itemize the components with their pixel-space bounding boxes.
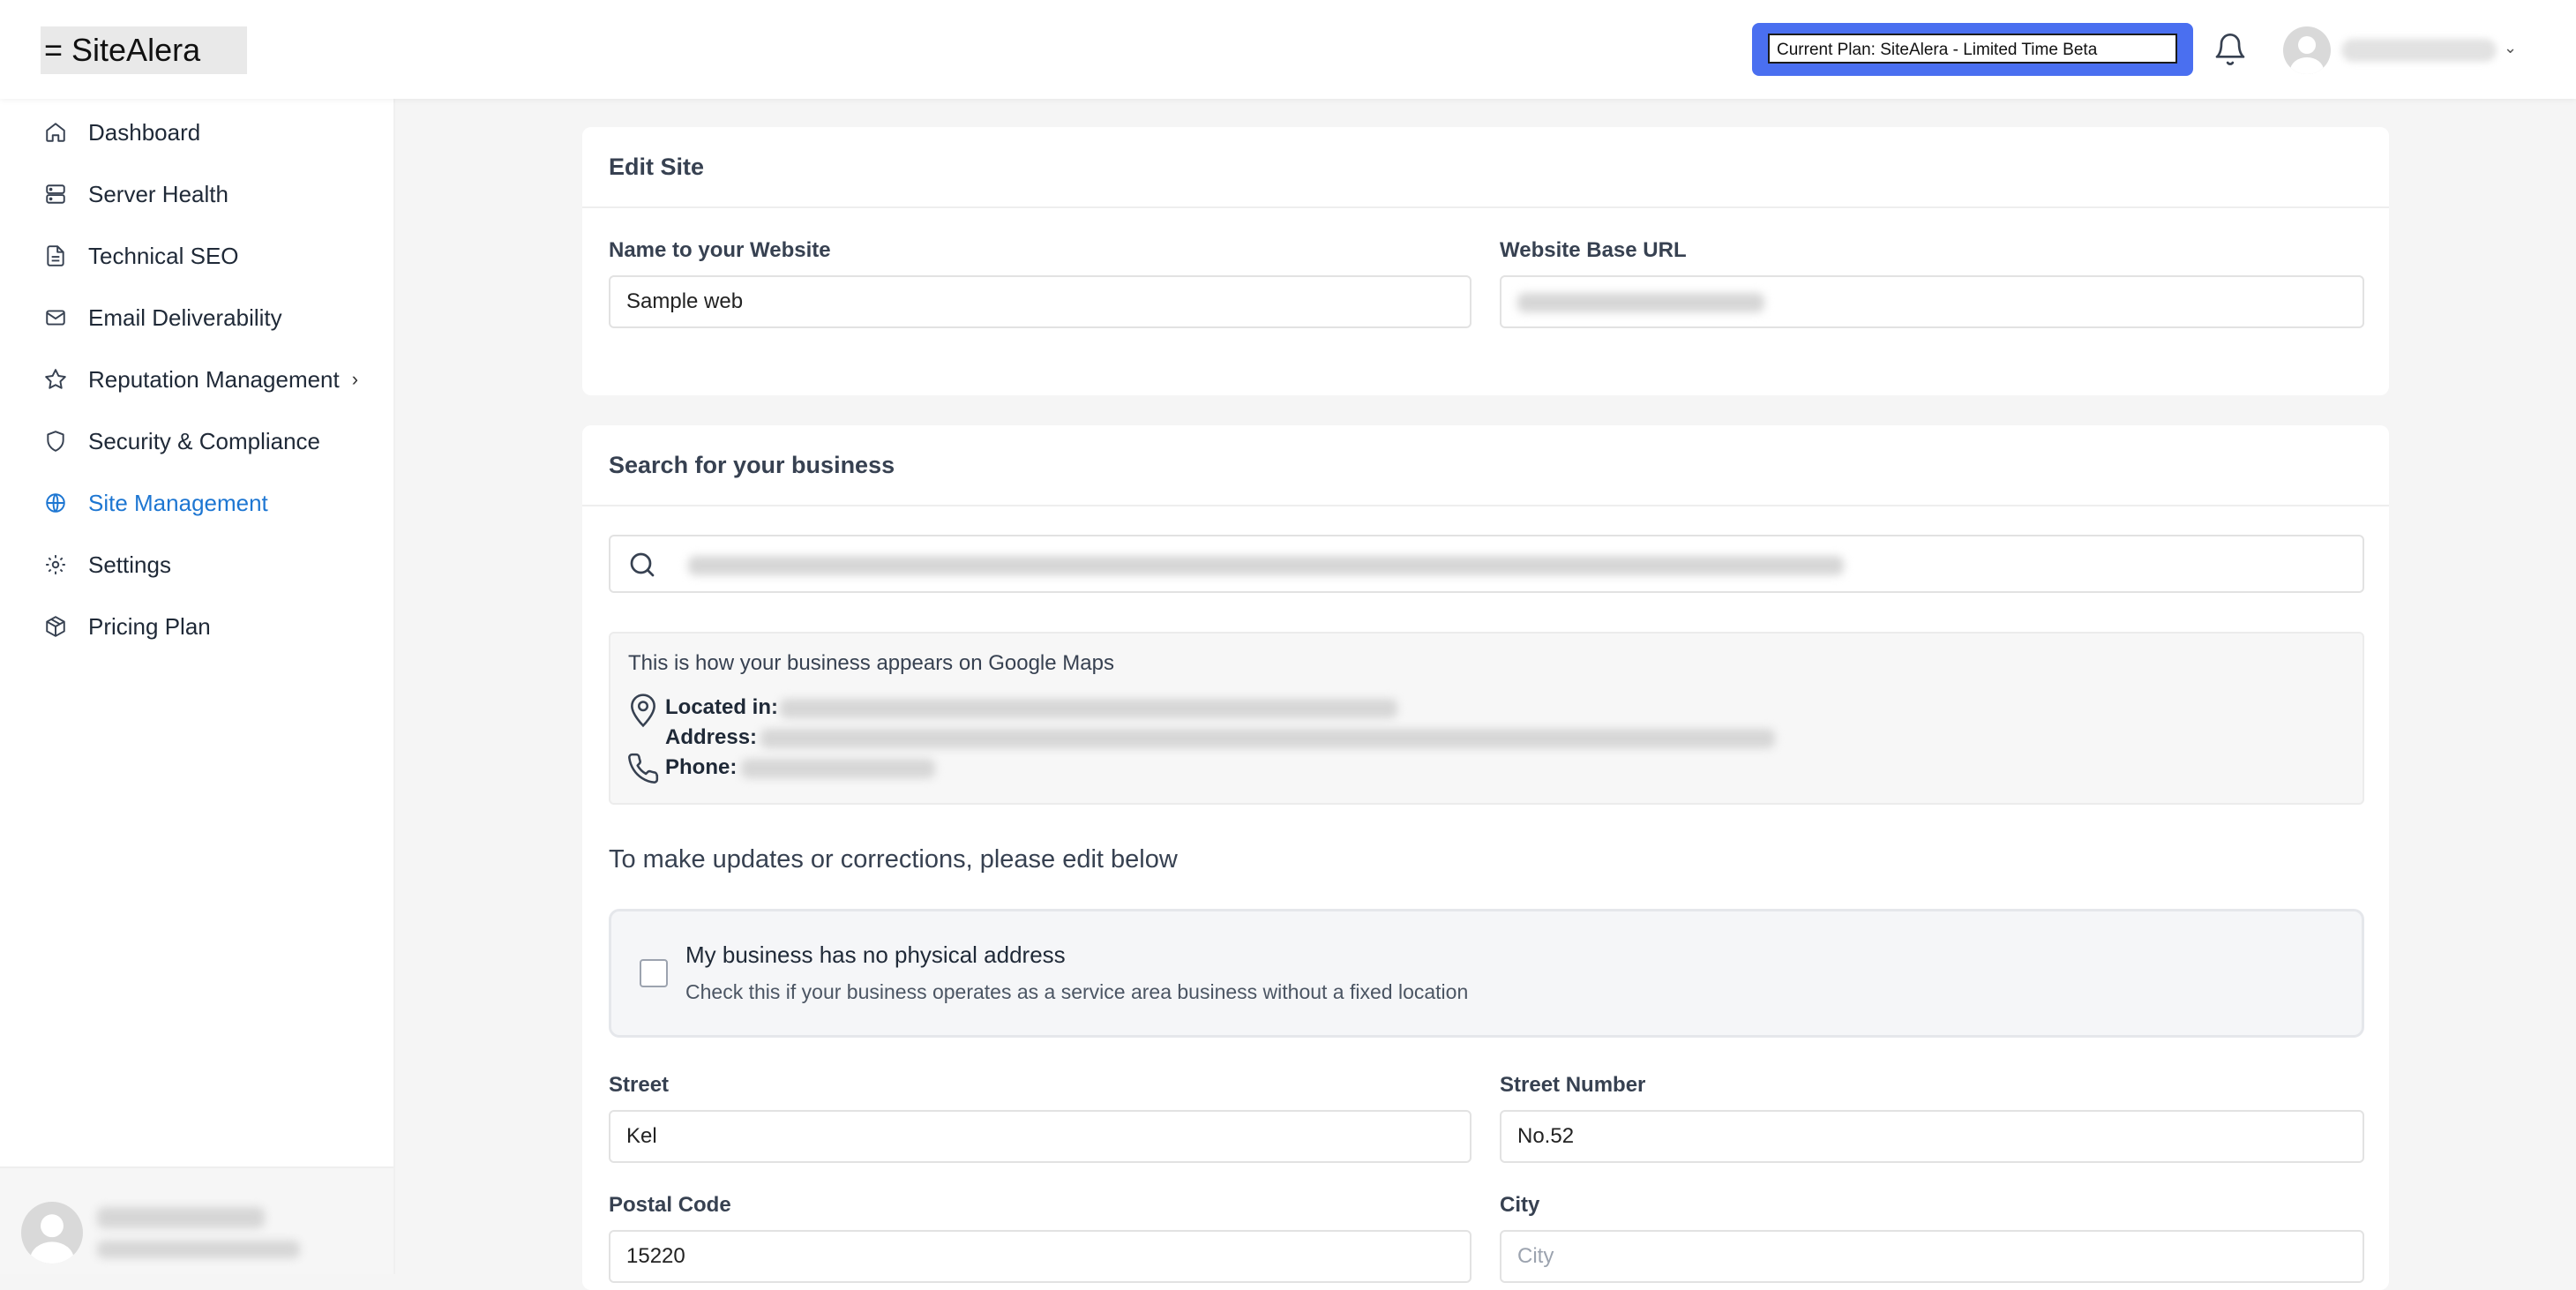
street-input[interactable]: Kel [609,1110,1471,1163]
server-icon [42,181,69,207]
no-physical-address-checkbox[interactable] [640,959,668,987]
business-card: Search for your business This is how you… [582,425,2389,1290]
card-title: Edit Site [582,127,2389,208]
user-avatar [21,1202,83,1264]
postal-code-input[interactable]: 15220 [609,1230,1471,1283]
phone-icon [626,752,660,790]
sidebar-item-reputation-management[interactable]: Reputation Management › [42,362,358,397]
website-url-input[interactable] [1500,275,2364,328]
street-label: Street [609,1073,670,1097]
user-email-redacted [97,1241,300,1258]
redacted-phone [741,759,935,778]
website-name-label: Name to your Website [609,238,831,262]
sidebar: Dashboard Server Health Technical SEO Em… [0,99,395,1274]
address-label: Address: [665,725,758,749]
package-icon [42,613,69,640]
located-in-label: Located in: [665,695,779,719]
sidebar-item-settings[interactable]: Settings [42,547,171,582]
sidebar-item-label: Site Management [88,489,268,516]
redacted-located-in [780,699,1397,718]
map-pin-icon [626,692,660,733]
sidebar-item-security-compliance[interactable]: Security & Compliance [42,424,320,459]
city-label: City [1500,1193,1540,1217]
top-bar: = SiteAlera Current Plan: SiteAlera - Li… [0,0,2576,99]
sidebar-item-label: Dashboard [88,118,201,146]
sidebar-item-email-deliverability[interactable]: Email Deliverability [42,300,282,335]
app-logo[interactable]: = SiteAlera [41,26,247,74]
phone-label: Phone: [665,755,738,779]
user-name-redacted[interactable] [2341,39,2497,62]
sidebar-item-label: Settings [88,551,171,578]
card-title: Search for your business [582,425,2389,506]
sidebar-item-label: Email Deliverability [88,304,282,331]
no-address-title: My business has no physical address [685,941,1066,968]
website-name-input[interactable]: Sample web [609,275,1471,328]
chevron-down-icon[interactable]: ⌄ [2504,39,2517,57]
user-avatar[interactable] [2283,26,2331,74]
sidebar-item-label: Server Health [88,180,228,207]
street-number-input[interactable]: No.52 [1500,1110,2364,1163]
current-plan-badge[interactable]: Current Plan: SiteAlera - Limited Time B… [1752,23,2193,76]
no-physical-address-option[interactable]: My business has no physical address Chec… [609,909,2364,1038]
sidebar-item-label: Pricing Plan [88,612,211,640]
google-maps-preview: This is how your business appears on Goo… [609,632,2364,805]
sidebar-item-label: Reputation Management [88,365,340,393]
sidebar-item-label: Security & Compliance [88,427,320,454]
gear-icon [42,551,69,578]
city-input[interactable]: City [1500,1230,2364,1283]
search-icon [626,549,658,585]
business-search-input[interactable] [609,535,2364,593]
postal-code-label: Postal Code [609,1193,731,1217]
street-number-label: Street Number [1500,1073,1646,1097]
edit-section-heading: To make updates or corrections, please e… [609,845,1178,874]
document-icon [42,243,69,269]
redacted-search-value [688,556,1844,575]
globe-icon [42,490,69,516]
star-icon [42,366,69,393]
maps-intro-text: This is how your business appears on Goo… [628,651,1114,675]
sidebar-item-label: Technical SEO [88,242,239,269]
sidebar-item-site-management[interactable]: Site Management [42,485,268,521]
edit-site-card: Edit Site Name to your Website Sample we… [582,127,2389,395]
no-address-description: Check this if your business operates as … [685,980,1469,1003]
sidebar-item-technical-seo[interactable]: Technical SEO [42,238,239,274]
sidebar-item-server-health[interactable]: Server Health [42,176,228,212]
current-plan-label: Current Plan: SiteAlera - Limited Time B… [1768,34,2177,64]
mail-icon [42,304,69,331]
redacted-url [1517,293,1764,312]
home-icon [42,119,69,146]
sidebar-item-dashboard[interactable]: Dashboard [42,115,200,150]
chevron-right-icon: › [351,368,359,390]
bell-icon[interactable] [2213,32,2248,67]
website-url-label: Website Base URL [1500,238,1687,262]
redacted-address [760,729,1775,748]
sidebar-item-pricing-plan[interactable]: Pricing Plan [42,609,211,644]
user-name-redacted [97,1207,265,1228]
sidebar-user-profile[interactable] [0,1166,393,1274]
shield-icon [42,428,69,454]
